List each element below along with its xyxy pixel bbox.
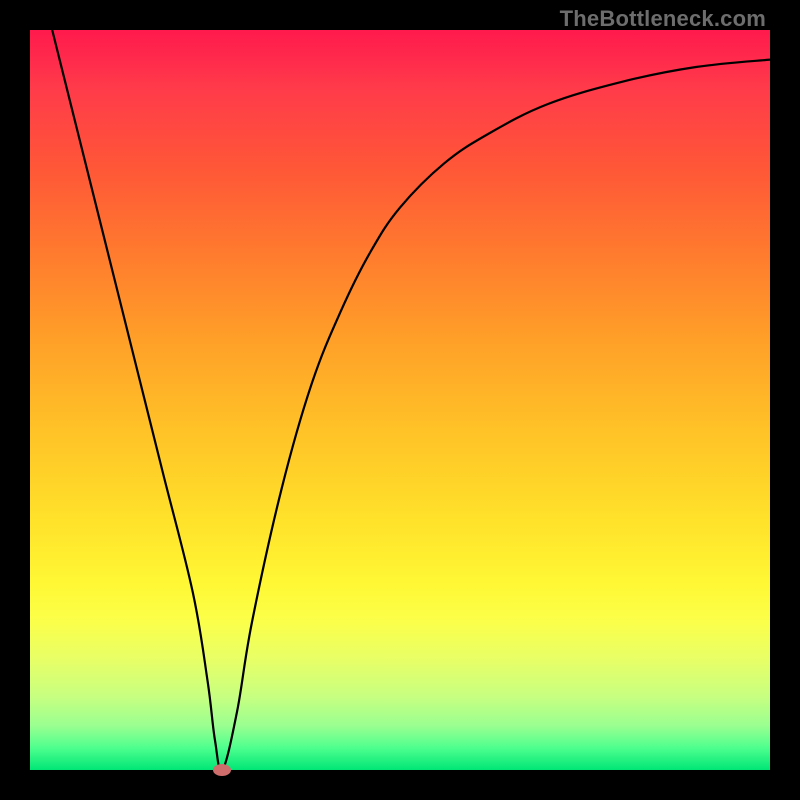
plot-area — [30, 30, 770, 770]
chart-frame: TheBottleneck.com — [0, 0, 800, 800]
bottleneck-curve — [30, 30, 770, 770]
minimum-marker — [213, 764, 231, 776]
watermark-text: TheBottleneck.com — [560, 6, 766, 32]
